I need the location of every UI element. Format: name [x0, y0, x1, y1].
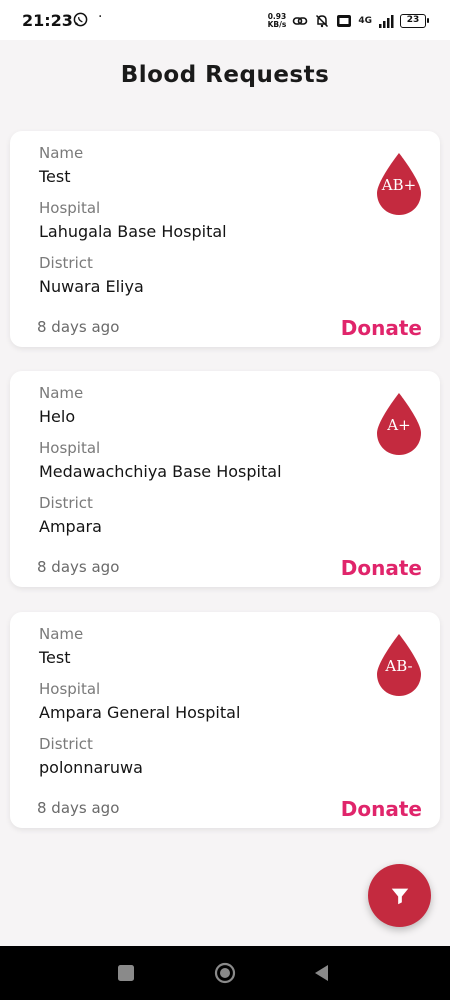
blood-drop-icon: AB-	[375, 632, 423, 698]
name-value: Test	[39, 167, 71, 186]
status-time: 21:23	[22, 11, 73, 30]
name-label: Name	[39, 144, 84, 162]
blood-drop-icon: A+	[375, 391, 423, 457]
filter-icon	[391, 888, 408, 904]
blood-drop-icon: AB+	[375, 151, 423, 217]
hospital-label: Hospital	[39, 439, 101, 457]
system-nav-bar	[0, 946, 450, 1000]
filter-button[interactable]	[368, 864, 431, 927]
district-value: Ampara	[39, 517, 102, 536]
district-label: District	[39, 254, 93, 272]
request-card: Name Test Hospital Lahugala Base Hospita…	[10, 131, 440, 347]
blood-group: A+	[387, 416, 411, 434]
district-label: District	[39, 735, 93, 753]
whatsapp-icon	[73, 12, 88, 27]
status-dot: ·	[98, 9, 103, 25]
net-speed-unit: KB/s	[267, 20, 287, 29]
volte-icon	[337, 15, 352, 27]
link-icon	[293, 17, 308, 25]
time-ago: 8 days ago	[37, 558, 120, 576]
name-value: Helo	[39, 407, 76, 426]
hospital-value: Lahugala Base Hospital	[39, 222, 227, 241]
district-value: Nuwara Eliya	[39, 277, 144, 296]
square-recents-icon[interactable]	[115, 962, 137, 984]
net-speed: 0.93 KB/s	[268, 13, 287, 29]
network-type: 4G	[358, 16, 372, 26]
district-label: District	[39, 494, 93, 512]
name-label: Name	[39, 625, 84, 643]
name-label: Name	[39, 384, 84, 402]
name-value: Test	[39, 648, 71, 667]
request-card: Name Test Hospital Ampara General Hospit…	[10, 612, 440, 828]
mute-bell-icon	[316, 14, 329, 28]
time-ago: 8 days ago	[37, 318, 120, 336]
donate-button[interactable]: Donate	[341, 316, 422, 340]
donate-button[interactable]: Donate	[341, 556, 422, 580]
request-card: Name Helo Hospital Medawachchiya Base Ho…	[10, 371, 440, 587]
blood-group: AB+	[381, 176, 417, 194]
hospital-value: Ampara General Hospital	[39, 703, 241, 722]
blood-group: AB-	[385, 657, 413, 675]
status-bar: 21:23 · 0.93 KB/s 4G 23	[0, 0, 450, 40]
status-icons: 0.93 KB/s 4G 23	[268, 11, 429, 31]
district-value: polonnaruwa	[39, 758, 143, 777]
hospital-value: Medawachchiya Base Hospital	[39, 462, 282, 481]
triangle-back-icon[interactable]	[311, 962, 333, 984]
signal-icon	[379, 15, 394, 28]
donate-button[interactable]: Donate	[341, 797, 422, 821]
battery-icon: 23	[400, 14, 429, 28]
circle-home-icon[interactable]	[214, 962, 236, 984]
hospital-label: Hospital	[39, 680, 101, 698]
time-ago: 8 days ago	[37, 799, 120, 817]
hospital-label: Hospital	[39, 199, 101, 217]
page-title: Blood Requests	[120, 62, 330, 88]
